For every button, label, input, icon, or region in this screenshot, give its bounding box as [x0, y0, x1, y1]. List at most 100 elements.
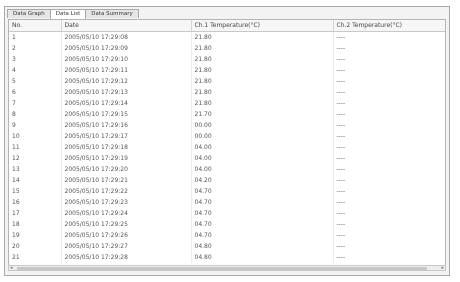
column-header-ch1-temperature[interactable]: Ch.1 Temperature(°C): [191, 20, 334, 32]
table-row[interactable]: 2 2005/05/10 17:29:09 21.80 ----: [9, 43, 445, 54]
table-header-row: No. Date Ch.1 Temperature(°C) Ch.2 Tempe…: [9, 20, 445, 32]
cell-ch1-temperature: 04.70: [191, 230, 334, 241]
cell-ch1-temperature: 21.80: [191, 54, 334, 65]
cell-date: 2005/05/10 17:29:23: [61, 197, 192, 208]
cell-date: 2005/05/10 17:29:24: [61, 208, 192, 219]
cell-no: 20: [9, 241, 62, 252]
table-row[interactable]: 19 2005/05/10 17:29:26 04.70 ----: [9, 230, 445, 241]
cell-date: 2005/05/10 17:29:16: [61, 120, 192, 131]
horizontal-scrollbar[interactable]: ◂ ▸: [8, 265, 446, 271]
cell-date: 2005/05/10 17:29:19: [61, 153, 192, 164]
cell-ch2-temperature: ----: [333, 208, 445, 219]
cell-ch2-temperature: ----: [333, 175, 445, 186]
cell-date: 2005/05/10 17:29:18: [61, 142, 192, 153]
cell-no: 13: [9, 164, 62, 175]
cell-ch2-temperature: ----: [333, 120, 445, 131]
cell-no: 18: [9, 219, 62, 230]
cell-ch1-temperature: 04.80: [191, 241, 334, 252]
table-row[interactable]: 21 2005/05/10 17:29:28 04.80 ----: [9, 252, 445, 263]
cell-ch1-temperature: 04.70: [191, 197, 334, 208]
table-row[interactable]: 5 2005/05/10 17:29:12 21.80 ----: [9, 76, 445, 87]
cell-date: 2005/05/10 17:29:25: [61, 219, 192, 230]
cell-ch2-temperature: ----: [333, 230, 445, 241]
cell-ch1-temperature: 04.00: [191, 142, 334, 153]
cell-no: 14: [9, 175, 62, 186]
cell-ch2-temperature: ----: [333, 142, 445, 153]
cell-no: 15: [9, 186, 62, 197]
cell-date: 2005/05/10 17:29:10: [61, 54, 192, 65]
table-row[interactable]: 7 2005/05/10 17:29:14 21.80 ----: [9, 98, 445, 109]
cell-date: 2005/05/10 17:29:20: [61, 164, 192, 175]
table-row[interactable]: 15 2005/05/10 17:29:22 04.70 ----: [9, 186, 445, 197]
cell-no: 8: [9, 109, 62, 120]
scroll-left-arrow-icon[interactable]: ◂: [10, 265, 13, 271]
cell-no: 21: [9, 252, 62, 263]
column-header-ch2-temperature[interactable]: Ch.2 Temperature(°C): [333, 20, 445, 32]
column-header-no[interactable]: No.: [9, 20, 62, 32]
cell-no: 19: [9, 230, 62, 241]
cell-ch2-temperature: ----: [333, 197, 445, 208]
table-row[interactable]: 20 2005/05/10 17:29:27 04.80 ----: [9, 241, 445, 252]
cell-ch1-temperature: 04.80: [191, 252, 334, 263]
table-row[interactable]: 10 2005/05/10 17:29:17 00.00 ----: [9, 131, 445, 142]
cell-ch1-temperature: 21.80: [191, 98, 334, 109]
cell-ch1-temperature: 21.80: [191, 65, 334, 76]
cell-no: 6: [9, 87, 62, 98]
cell-ch2-temperature: ----: [333, 252, 445, 263]
cell-date: 2005/05/10 17:29:22: [61, 186, 192, 197]
data-list-grid[interactable]: No. Date Ch.1 Temperature(°C) Ch.2 Tempe…: [8, 19, 446, 271]
cell-ch2-temperature: ----: [333, 87, 445, 98]
cell-ch1-temperature: 21.70: [191, 109, 334, 120]
cell-no: 9: [9, 120, 62, 131]
table-row[interactable]: 18 2005/05/10 17:29:25 04.70 ----: [9, 219, 445, 230]
tab-bar: Data Graph Data List Data Summary: [7, 9, 139, 19]
cell-ch2-temperature: ----: [333, 98, 445, 109]
table-row[interactable]: 4 2005/05/10 17:29:11 21.80 ----: [9, 65, 445, 76]
tab-data-list[interactable]: Data List: [49, 9, 87, 19]
tab-data-summary[interactable]: Data Summary: [85, 9, 139, 18]
cell-ch1-temperature: 21.80: [191, 76, 334, 87]
table-row[interactable]: 14 2005/05/10 17:29:21 04.20 ----: [9, 175, 445, 186]
tab-data-graph[interactable]: Data Graph: [7, 9, 51, 18]
cell-ch1-temperature: 04.70: [191, 208, 334, 219]
cell-ch1-temperature: 21.80: [191, 31, 334, 43]
table-row[interactable]: 6 2005/05/10 17:29:13 21.80 ----: [9, 87, 445, 98]
cell-no: 7: [9, 98, 62, 109]
cell-ch2-temperature: ----: [333, 241, 445, 252]
scroll-right-arrow-icon[interactable]: ▸: [441, 265, 444, 271]
cell-no: 1: [9, 31, 62, 43]
table-row[interactable]: 8 2005/05/10 17:29:15 21.70 ----: [9, 109, 445, 120]
cell-ch1-temperature: 04.00: [191, 164, 334, 175]
cell-ch2-temperature: ----: [333, 65, 445, 76]
cell-no: 16: [9, 197, 62, 208]
cell-date: 2005/05/10 17:29:28: [61, 252, 192, 263]
table-row[interactable]: 3 2005/05/10 17:29:10 21.80 ----: [9, 54, 445, 65]
data-window: Data Graph Data List Data Summary No. Da…: [4, 6, 450, 276]
cell-no: 10: [9, 131, 62, 142]
table-row[interactable]: 13 2005/05/10 17:29:20 04.00 ----: [9, 164, 445, 175]
table-row[interactable]: 16 2005/05/10 17:29:23 04.70 ----: [9, 197, 445, 208]
cell-date: 2005/05/10 17:29:11: [61, 65, 192, 76]
cell-date: 2005/05/10 17:29:27: [61, 241, 192, 252]
table-row[interactable]: 11 2005/05/10 17:29:18 04.00 ----: [9, 142, 445, 153]
cell-ch2-temperature: ----: [333, 153, 445, 164]
cell-ch1-temperature: 21.80: [191, 43, 334, 54]
cell-ch2-temperature: ----: [333, 76, 445, 87]
table-row[interactable]: 17 2005/05/10 17:29:24 04.70 ----: [9, 208, 445, 219]
cell-ch2-temperature: ----: [333, 164, 445, 175]
cell-ch1-temperature: 00.00: [191, 131, 334, 142]
column-header-date[interactable]: Date: [61, 20, 192, 32]
cell-no: 12: [9, 153, 62, 164]
cell-date: 2005/05/10 17:29:13: [61, 87, 192, 98]
cell-date: 2005/05/10 17:29:21: [61, 175, 192, 186]
table-row[interactable]: 9 2005/05/10 17:29:16 00.00 ----: [9, 120, 445, 131]
table-row[interactable]: 1 2005/05/10 17:29:08 21.80 ----: [9, 31, 445, 43]
cell-date: 2005/05/10 17:29:12: [61, 76, 192, 87]
cell-ch2-temperature: ----: [333, 54, 445, 65]
scrollbar-thumb[interactable]: [17, 267, 427, 270]
table-row[interactable]: 12 2005/05/10 17:29:19 04.00 ----: [9, 153, 445, 164]
cell-ch1-temperature: 00.00: [191, 120, 334, 131]
cell-ch1-temperature: 04.70: [191, 219, 334, 230]
data-table: No. Date Ch.1 Temperature(°C) Ch.2 Tempe…: [9, 20, 445, 263]
cell-no: 17: [9, 208, 62, 219]
